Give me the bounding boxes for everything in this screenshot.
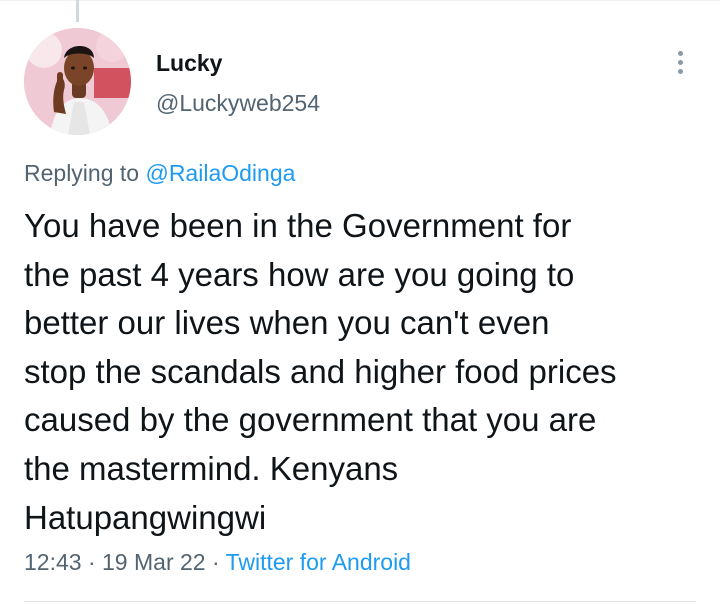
profile-photo-icon: [24, 28, 131, 135]
meta-separator: ·: [81, 549, 103, 575]
tweet-time[interactable]: 12:43: [24, 549, 82, 575]
author-display-name[interactable]: Lucky: [156, 49, 222, 77]
tweet-date[interactable]: 19 Mar 22: [102, 549, 206, 575]
reply-context: Replying to @RailaOdinga: [24, 158, 295, 188]
more-options-button[interactable]: [664, 44, 696, 80]
more-vertical-icon: [677, 50, 683, 56]
author-handle[interactable]: @Luckyweb254: [156, 89, 320, 117]
avatar[interactable]: [24, 28, 131, 135]
bottom-divider: [24, 601, 696, 602]
thread-connector-line: [76, 0, 79, 22]
reply-mention-link[interactable]: @RailaOdinga: [145, 160, 295, 186]
meta-separator: ·: [205, 549, 226, 575]
tweet-text: You have been in the Government for the …: [24, 207, 617, 536]
tweet-metadata: 12:43 · 19 Mar 22 · Twitter for Android: [24, 547, 411, 577]
reply-context-prefix: Replying to: [24, 160, 146, 186]
more-vertical-icon-dot: [677, 68, 683, 74]
tweet-source-link[interactable]: Twitter for Android: [226, 549, 411, 575]
top-divider: [0, 0, 720, 1]
more-vertical-icon-dot: [677, 59, 683, 65]
